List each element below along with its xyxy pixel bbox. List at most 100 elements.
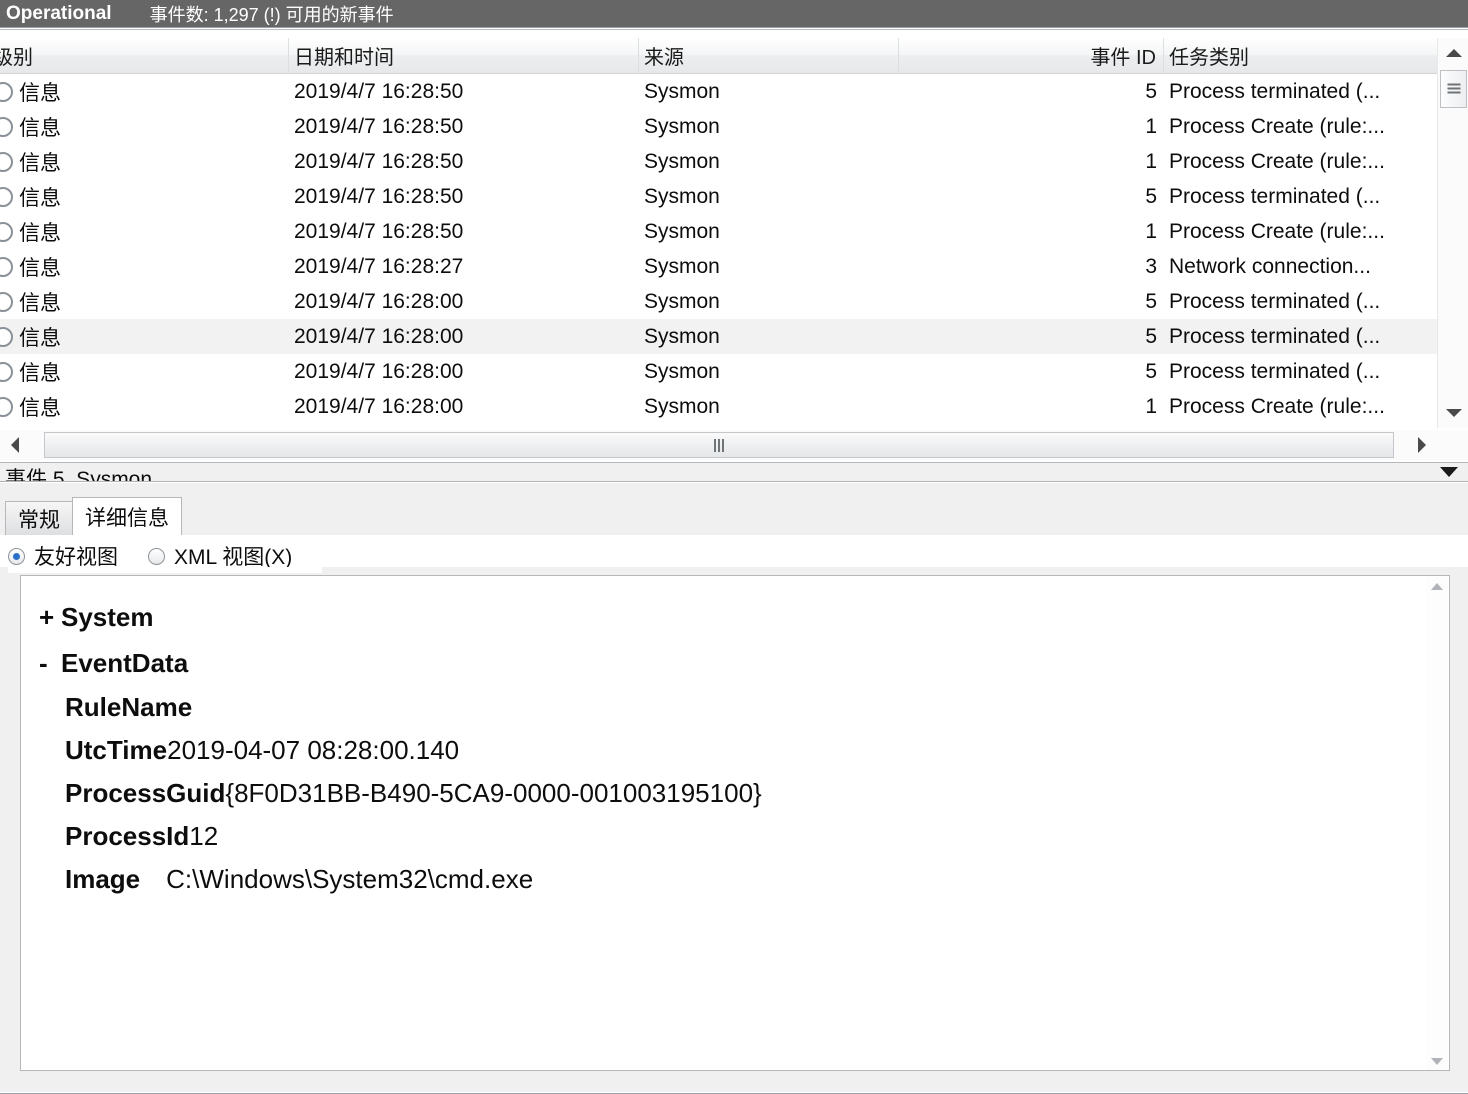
cell-level-label: 信息 xyxy=(19,116,61,140)
collapse-minus-icon[interactable]: - xyxy=(39,640,61,686)
column-header-date-time[interactable]: 日期和时间 xyxy=(289,37,639,74)
table-row[interactable]: 信息 2019/4/7 16:28:27 Sysmon 3 Network connec… xyxy=(0,249,1437,284)
cell-date-time: 2019/4/7 16:28:50 xyxy=(294,149,464,173)
cell-level-label: 信息 xyxy=(19,291,61,315)
column-header-event-id[interactable]: 事件 ID xyxy=(899,37,1164,74)
cell-date-time: 2019/4/7 16:28:50 xyxy=(294,184,464,208)
cell-event-id: 5 xyxy=(1145,79,1157,103)
cell-event-id: 1 xyxy=(1145,219,1157,243)
table-row[interactable]: 信息 2019/4/7 16:28:00 Sysmon 1 Process Create… xyxy=(0,389,1437,424)
cell-level-label: 信息 xyxy=(19,151,61,175)
events-horizontal-scrollbar[interactable] xyxy=(0,430,1437,460)
cell-event-id: 5 xyxy=(1145,359,1157,383)
table-row[interactable]: 信息 2019/4/7 16:28:00 Sysmon 5 Process termin… xyxy=(0,319,1437,354)
cell-event-id: 5 xyxy=(1145,184,1157,208)
information-icon xyxy=(0,291,13,312)
eventdata-field-name: Image xyxy=(65,864,141,894)
cell-date-time: 2019/4/7 16:28:50 xyxy=(294,114,464,138)
cell-level: 信息 xyxy=(0,74,289,109)
cell-level: 信息 xyxy=(0,109,289,144)
tab-general[interactable]: 常规 xyxy=(5,501,73,535)
arrow-up-icon[interactable] xyxy=(1431,583,1443,590)
cell-task-category: Process terminated (... xyxy=(1169,359,1381,383)
table-row[interactable]: 信息 2019/4/7 16:28:50 Sysmon 1 Process Create… xyxy=(0,144,1437,179)
cell-task-category: Network connection... xyxy=(1169,254,1371,278)
tree-node-eventdata-label: EventData xyxy=(61,648,189,678)
table-row[interactable]: 信息 2019/4/7 16:28:50 Sysmon 1 Process Create… xyxy=(0,109,1437,144)
cell-source: Sysmon xyxy=(644,254,720,278)
detail-pane-header: 事件 5, Sysmon xyxy=(0,463,1468,481)
scroll-left-button[interactable] xyxy=(0,430,30,460)
eventdata-field-value: 2019-04-07 08:28:00.140 xyxy=(167,735,460,765)
cell-task-category: Process terminated (... xyxy=(1169,79,1381,103)
cell-event-id: 1 xyxy=(1145,149,1157,173)
cell-level: 信息 xyxy=(0,179,289,214)
event-xml-tree: + System - EventData RuleName UtcTime2019-0… xyxy=(39,594,1409,901)
events-row-list: 信息 2019/4/7 16:28:50 Sysmon 5 Process termin… xyxy=(0,74,1437,424)
event-detail-content: + System - EventData RuleName UtcTime2019-0… xyxy=(20,575,1450,1071)
scroll-right-button[interactable] xyxy=(1407,430,1437,460)
information-icon xyxy=(0,151,13,172)
radio-button-selected-icon[interactable] xyxy=(8,547,25,565)
radio-friendly-view-label: 友好视图 xyxy=(34,546,118,567)
tree-node-system[interactable]: + System xyxy=(39,594,1409,640)
detail-pane-title: 事件 5, Sysmon xyxy=(5,468,153,481)
radio-button-unselected-icon[interactable] xyxy=(148,547,165,565)
view-mode-options: 友好视图 XML 视图(X) xyxy=(8,539,323,573)
vertical-scroll-thumb[interactable] xyxy=(1440,70,1467,108)
cell-source: Sysmon xyxy=(644,79,720,103)
cell-level: 信息 xyxy=(0,144,289,179)
information-icon xyxy=(0,361,13,382)
tab-details[interactable]: 详细信息 xyxy=(72,497,182,535)
scrollbar-corner xyxy=(1437,430,1468,460)
cell-event-id: 3 xyxy=(1145,254,1157,278)
scroll-up-button[interactable] xyxy=(1438,38,1468,68)
events-list-pane: 级别 日期和时间 来源 事件 ID 任务类别 信息 2019/4/7 16:28:… xyxy=(0,30,1468,428)
information-icon xyxy=(0,81,13,102)
information-icon xyxy=(0,186,13,207)
detail-pane-collapse-button[interactable] xyxy=(1438,464,1460,480)
table-row[interactable]: 信息 2019/4/7 16:28:50 Sysmon 5 Process termin… xyxy=(0,179,1437,214)
event-count-label: 事件数: 1,297 (!) 可用的新事件 xyxy=(149,4,394,25)
radio-xml-view[interactable]: XML 视图(X) xyxy=(148,545,292,567)
eventdata-field-row: UtcTime2019-04-07 08:28:00.140 xyxy=(39,729,1409,772)
log-header-bar: Operational 事件数: 1,297 (!) 可用的新事件 xyxy=(0,0,1468,27)
horizontal-scroll-thumb[interactable] xyxy=(44,432,1394,458)
radio-friendly-view[interactable]: 友好视图 xyxy=(8,545,118,567)
eventdata-field-value: {8F0D31BB-B490-5CA9-0000-001003195100} xyxy=(225,778,762,808)
cell-source: Sysmon xyxy=(644,219,720,243)
scroll-down-button[interactable] xyxy=(1438,398,1468,428)
cell-date-time: 2019/4/7 16:28:50 xyxy=(294,79,464,103)
cell-level-label: 信息 xyxy=(19,256,61,280)
cell-source: Sysmon xyxy=(644,394,720,418)
detail-vertical-scrollbar[interactable] xyxy=(1426,577,1448,1070)
events-vertical-scrollbar[interactable] xyxy=(1437,38,1468,428)
cell-date-time: 2019/4/7 16:28:00 xyxy=(294,289,464,313)
arrow-down-icon[interactable] xyxy=(1431,1058,1443,1065)
cell-level: 信息 xyxy=(0,284,289,319)
arrow-up-icon xyxy=(1445,49,1462,57)
table-row[interactable]: 信息 2019/4/7 16:28:50 Sysmon 5 Process termin… xyxy=(0,74,1437,109)
expand-plus-icon[interactable]: + xyxy=(39,594,61,640)
cell-date-time: 2019/4/7 16:28:00 xyxy=(294,324,464,348)
column-header-source[interactable]: 来源 xyxy=(639,37,899,74)
cell-date-time: 2019/4/7 16:28:50 xyxy=(294,219,464,243)
cell-event-id: 1 xyxy=(1145,394,1157,418)
table-row[interactable]: 信息 2019/4/7 16:28:00 Sysmon 5 Process termin… xyxy=(0,354,1437,389)
tree-node-eventdata[interactable]: - EventData xyxy=(39,640,1409,686)
information-icon xyxy=(0,326,13,347)
cell-task-category: Process terminated (... xyxy=(1169,324,1381,348)
cell-task-category: Process terminated (... xyxy=(1169,184,1381,208)
column-header-level[interactable]: 级别 xyxy=(0,37,289,74)
cell-date-time: 2019/4/7 16:28:00 xyxy=(294,359,464,383)
cell-task-category: Process Create (rule:... xyxy=(1169,394,1385,418)
detail-tabstrip: 常规 详细信息 xyxy=(5,497,182,535)
cell-source: Sysmon xyxy=(644,359,720,383)
table-row[interactable]: 信息 2019/4/7 16:28:00 Sysmon 5 Process termin… xyxy=(0,284,1437,319)
eventdata-field-name: UtcTime xyxy=(65,735,168,765)
table-row[interactable]: 信息 2019/4/7 16:28:50 Sysmon 1 Process Create… xyxy=(0,214,1437,249)
eventdata-field-row: ProcessGuid{8F0D31BB-B490-5CA9-0000-0010… xyxy=(39,772,1409,815)
cell-event-id: 5 xyxy=(1145,289,1157,313)
column-header-task-category[interactable]: 任务类别 xyxy=(1164,38,1430,74)
cell-level: 信息 xyxy=(0,249,289,284)
